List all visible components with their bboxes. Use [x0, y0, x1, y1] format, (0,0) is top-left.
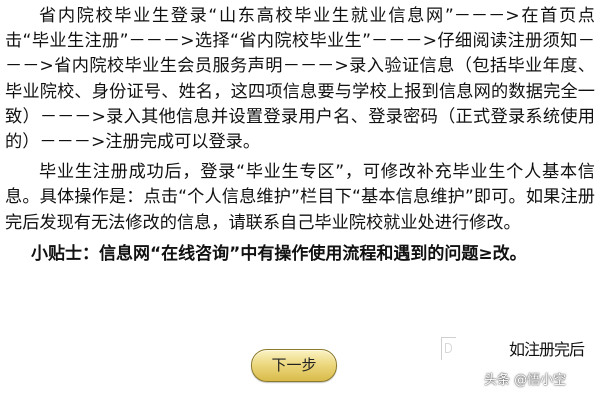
- page-corner-icon: [441, 337, 456, 360]
- registration-steps-paragraph: 省内院校毕业生登录“山东高校毕业生就业信息网”－－－>在首页点击“毕业生注册”－…: [5, 6, 595, 153]
- registration-guide-page: 省内院校毕业生登录“山东高校毕业生就业信息网”－－－>在首页点击“毕业生注册”－…: [0, 0, 600, 400]
- complete-label: 如注册完后: [509, 340, 585, 359]
- source-watermark: 头条 @悟小空: [484, 373, 567, 388]
- tip-text: 小贴士：信息网“在线咨询”中有操作使用流程和遇到的问题≥改。: [31, 243, 527, 264]
- instruction-content: 省内院校毕业生登录“山东高校毕业生就业信息网”－－－>在首页点击“毕业生注册”－…: [5, 4, 595, 266]
- next-step-button[interactable]: 下一步: [251, 349, 337, 382]
- after-registration-paragraph: 毕业生注册成功后，登录“毕业生专区”，可修改补充毕业生个人基本信息。具体操作是：…: [5, 162, 595, 233]
